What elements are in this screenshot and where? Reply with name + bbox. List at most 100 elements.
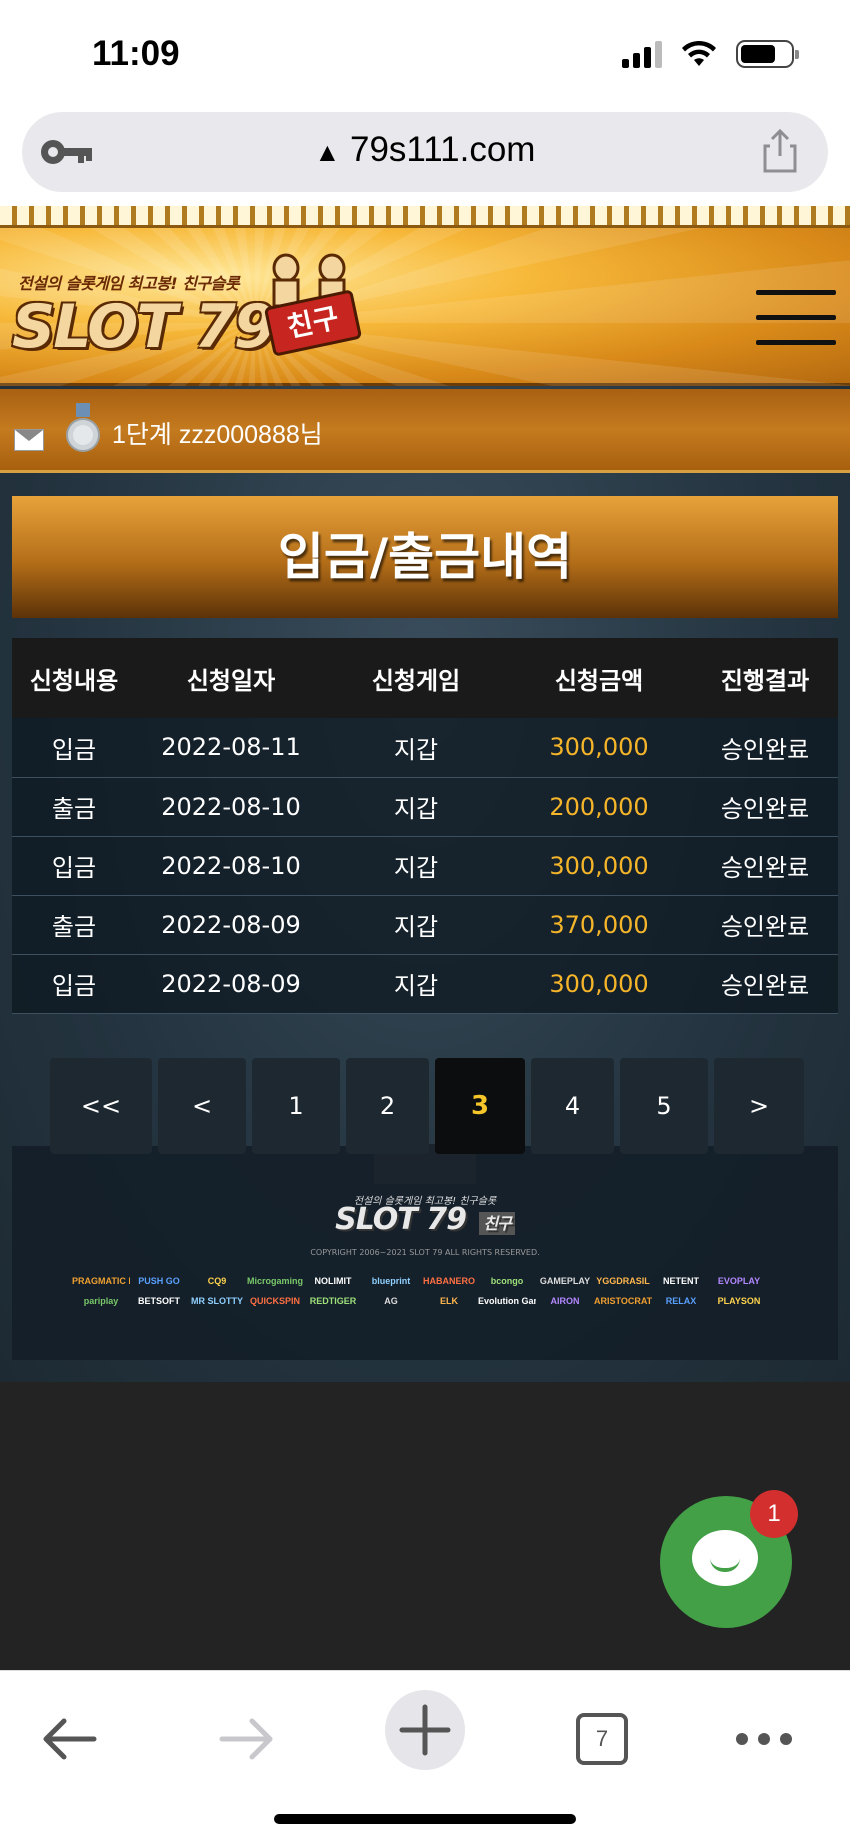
partner-logo: pariplay bbox=[83, 1296, 119, 1306]
partner-logos: PRAGMATIC PLAY PUSH GO CQ9 Microgaming NOLIM… bbox=[72, 1276, 772, 1306]
cell-result: 승인완료 bbox=[692, 777, 838, 837]
cell-game: 지갑 bbox=[326, 895, 506, 955]
address-bar[interactable]: ▲ 79s111.com bbox=[22, 112, 828, 192]
partner-logo: HABANERO bbox=[422, 1276, 475, 1286]
cell-game: 지갑 bbox=[326, 836, 506, 896]
browser-toolbar: 7 bbox=[0, 1670, 850, 1839]
logo-text: SLOT 79 bbox=[12, 292, 276, 362]
footer-logo-text: SLOT 79 bbox=[335, 1202, 467, 1237]
cell-type: 입금 bbox=[12, 718, 136, 778]
table-row: 입금 2022-08-11 지갑 300,000 승인완료 bbox=[12, 718, 838, 778]
cell-type: 출금 bbox=[12, 895, 136, 955]
cell-amount: 370,000 bbox=[506, 895, 692, 955]
page-prev-button[interactable]: < bbox=[158, 1058, 246, 1154]
partner-logo: QUICKSPIN bbox=[249, 1296, 300, 1306]
cell-amount: 300,000 bbox=[506, 718, 692, 778]
website-content: 전설의 슬롯게임 최고봉! 친구슬롯 SLOT 79 친구 1단계 zzz000… bbox=[0, 206, 850, 1670]
wifi-icon bbox=[682, 40, 716, 66]
table-row: 입금 2022-08-09 지갑 300,000 승인완료 bbox=[12, 954, 838, 1014]
marquee-lights bbox=[0, 206, 850, 228]
transaction-history-table: 신청내용 신청일자 신청게임 신청금액 진행결과 입금 2022-08-11 지… bbox=[12, 638, 838, 1014]
page-button-4[interactable]: 4 bbox=[531, 1058, 614, 1154]
table-row: 출금 2022-08-10 지갑 200,000 승인완료 bbox=[12, 777, 838, 837]
table-row: 출금 2022-08-09 지갑 370,000 승인완료 bbox=[12, 895, 838, 955]
cell-result: 승인완료 bbox=[692, 718, 838, 778]
partner-logo: ELK bbox=[440, 1296, 458, 1306]
cell-result: 승인완료 bbox=[692, 895, 838, 955]
partner-logo: blueprint bbox=[371, 1276, 411, 1286]
hamburger-menu-icon[interactable] bbox=[756, 290, 836, 346]
header-request-type: 신청내용 bbox=[12, 638, 136, 718]
header-request-date: 신청일자 bbox=[136, 638, 326, 718]
cell-amount: 300,000 bbox=[506, 954, 692, 1014]
partner-logo: bcongo bbox=[490, 1276, 524, 1286]
url-field[interactable]: ▲ 79s111.com bbox=[22, 130, 828, 170]
partner-logo: GAMEPLAY bbox=[539, 1276, 591, 1286]
partner-logo: YGGDRASIL bbox=[596, 1276, 650, 1286]
partner-logo: AIRON bbox=[550, 1296, 580, 1306]
battery-icon bbox=[736, 40, 799, 68]
back-arrow-icon[interactable] bbox=[30, 1699, 110, 1779]
share-icon[interactable] bbox=[760, 128, 800, 174]
status-icons bbox=[622, 40, 799, 68]
cell-amount: 200,000 bbox=[506, 777, 692, 837]
cellular-signal-icon bbox=[622, 40, 662, 68]
page-title-bar: 입금/출금내역 bbox=[12, 496, 838, 618]
tabs-button[interactable]: 7 bbox=[562, 1699, 642, 1779]
status-time: 11:09 bbox=[92, 34, 180, 73]
page-button-2[interactable]: 2 bbox=[346, 1058, 429, 1154]
footer-copyright: COPYRIGHT 2006~2021 SLOT 79 ALL RIGHTS R… bbox=[310, 1248, 540, 1257]
cell-result: 승인완료 bbox=[692, 954, 838, 1014]
footer-logo-badge: 친구 bbox=[479, 1212, 515, 1235]
cell-date: 2022-08-09 bbox=[136, 954, 326, 1014]
cell-amount: 300,000 bbox=[506, 836, 692, 896]
partner-logo: ARISTOCRAT bbox=[594, 1296, 652, 1306]
url-text: 79s111.com bbox=[349, 130, 536, 169]
partner-logo: NOLIMIT bbox=[314, 1276, 352, 1286]
partner-logo: PLAYSON bbox=[717, 1296, 761, 1306]
cell-game: 지갑 bbox=[326, 777, 506, 837]
footer-logo: SLOT 79 친구 bbox=[12, 1202, 838, 1237]
partner-logo: PUSH GO bbox=[138, 1276, 180, 1286]
header-request-amount: 신청금액 bbox=[506, 638, 692, 718]
partner-logo: MR SLOTTY bbox=[191, 1296, 243, 1306]
cell-type: 입금 bbox=[12, 836, 136, 896]
forward-arrow-icon[interactable] bbox=[206, 1699, 286, 1779]
partner-logo: REDTIGER bbox=[309, 1296, 357, 1306]
partner-logo: AG bbox=[384, 1296, 398, 1306]
partner-logo: PRAGMATIC PLAY bbox=[72, 1276, 130, 1286]
chat-notification-badge: 1 bbox=[750, 1490, 798, 1538]
pagination: << < 1 2 3 4 5 > bbox=[50, 1058, 804, 1154]
partner-logo: NETENT bbox=[663, 1276, 699, 1286]
page-first-button[interactable]: << bbox=[50, 1058, 152, 1154]
status-bar: 11:09 bbox=[0, 0, 850, 108]
cell-date: 2022-08-11 bbox=[136, 718, 326, 778]
cell-result: 승인완료 bbox=[692, 836, 838, 896]
page-next-button[interactable]: > bbox=[714, 1058, 804, 1154]
page-button-3-current[interactable]: 3 bbox=[435, 1058, 525, 1154]
table-header-row: 신청내용 신청일자 신청게임 신청금액 진행결과 bbox=[12, 638, 838, 718]
cell-date: 2022-08-10 bbox=[136, 836, 326, 896]
cell-type: 출금 bbox=[12, 777, 136, 837]
cell-game: 지갑 bbox=[326, 954, 506, 1014]
site-footer: 전설의 슬롯게임 최고봉! 친구슬롯 SLOT 79 친구 COPYRIGHT … bbox=[12, 1144, 838, 1360]
partner-logo: Microgaming bbox=[246, 1276, 303, 1286]
page-button-1[interactable]: 1 bbox=[252, 1058, 340, 1154]
partner-logo: CQ9 bbox=[207, 1276, 227, 1286]
cell-date: 2022-08-10 bbox=[136, 777, 326, 837]
user-info-bar: 1단계 zzz000888님 bbox=[0, 389, 850, 473]
tabs-count-icon: 7 bbox=[576, 1713, 628, 1765]
partner-logo: Evolution Gaming bbox=[478, 1296, 536, 1306]
partner-logo: EVOPLAY bbox=[717, 1276, 761, 1286]
logo-tagline: 전설의 슬롯게임 최고봉! 친구슬롯 bbox=[18, 274, 240, 293]
cell-type: 입금 bbox=[12, 954, 136, 1014]
header-request-game: 신청게임 bbox=[326, 638, 506, 718]
page-button-5[interactable]: 5 bbox=[620, 1058, 708, 1154]
mail-icon[interactable] bbox=[14, 429, 44, 451]
warning-icon: ▲ bbox=[314, 137, 341, 167]
medal-icon bbox=[66, 403, 100, 452]
partner-logo: RELAX bbox=[665, 1296, 697, 1306]
table-row: 입금 2022-08-10 지갑 300,000 승인완료 bbox=[12, 836, 838, 896]
new-tab-plus-icon[interactable] bbox=[380, 1685, 470, 1775]
more-options-icon[interactable] bbox=[724, 1699, 804, 1779]
